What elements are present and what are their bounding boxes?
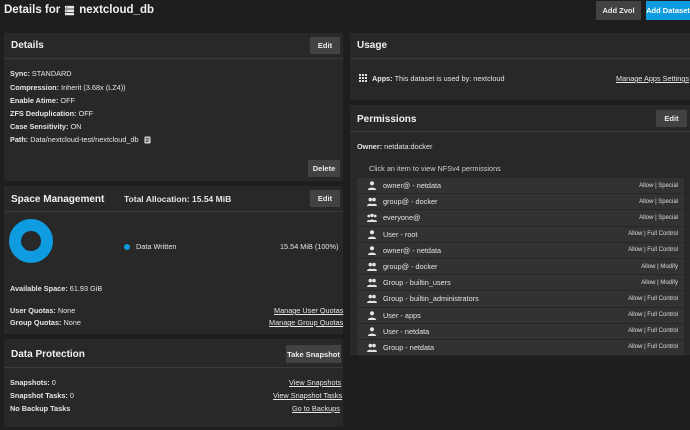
permission-label: everyone@ <box>383 213 421 223</box>
view-snapshots-link[interactable]: View Snapshots <box>289 378 341 387</box>
space-edit-button[interactable]: Edit <box>310 190 340 207</box>
permission-label: User - root <box>383 229 418 239</box>
available-space-row: Available Space: 61.93 GiB <box>10 284 103 293</box>
permission-value: Allow | Full Control <box>628 295 678 302</box>
copy-icon[interactable] <box>144 136 151 144</box>
permission-item[interactable]: User - netdata Allow | Full Control <box>357 323 684 340</box>
case-sensitivity-row: Case Sensitivity: ON <box>10 122 82 131</box>
go-to-backups-link[interactable]: Go to Backups <box>292 404 340 413</box>
permission-label: group@ - docker <box>383 262 438 272</box>
delete-button[interactable]: Delete <box>308 160 340 177</box>
legend-value: 15.54 MiB (100%) <box>280 242 339 251</box>
add-zvol-button[interactable]: Add Zvol <box>596 1 641 20</box>
divider <box>350 58 690 59</box>
dataset-name: nextcloud_db <box>79 4 155 16</box>
permission-value: Allow | Special <box>639 198 678 205</box>
user-quotas-row: User Quotas: None <box>10 306 76 315</box>
backup-tasks-row: No Backup Tasks <box>10 404 71 413</box>
space-title: Space Management <box>11 194 105 205</box>
permission-value: Allow | Full Control <box>628 344 678 351</box>
permission-label: Group - netdata <box>383 342 435 352</box>
details-edit-button[interactable]: Edit <box>310 37 340 54</box>
permission-value: Allow | Special <box>639 214 678 221</box>
permission-label: Group - builtin_users <box>383 278 451 288</box>
protection-title: Data Protection <box>11 349 85 360</box>
permission-label: Group - builtin_administrators <box>383 294 479 304</box>
permission-value: Allow | Special <box>639 182 678 189</box>
permission-value: Allow | Modify <box>641 263 678 270</box>
user-icon <box>367 326 377 336</box>
total-allocation: Total Allocation: 15.54 MiB <box>124 194 232 204</box>
user-icon <box>367 310 377 320</box>
permission-item[interactable]: User - apps Allow | Full Control <box>357 307 684 324</box>
take-snapshot-button[interactable]: Take Snapshot <box>286 345 341 363</box>
permission-item[interactable]: Group - builtin_administrators Allow | Fu… <box>357 291 684 308</box>
usage-title: Usage <box>357 40 388 51</box>
dedup-row: ZFS Deduplication: OFF <box>10 109 94 118</box>
apps-icon <box>359 74 367 82</box>
group-icon <box>367 197 377 207</box>
group-icon <box>367 262 377 272</box>
permissions-list: owner@ - netdata Allow | Special group@ - … <box>357 178 684 357</box>
details-title: Details <box>11 40 44 51</box>
permission-item[interactable]: group@ - docker Allow | Modify <box>357 258 684 276</box>
permission-item[interactable]: owner@ - netdata Allow | Special <box>357 178 684 195</box>
permission-item[interactable]: Group - netdata Allow | Full Control <box>357 339 684 357</box>
permissions-title: Permissions <box>357 114 417 125</box>
dataset-icon <box>65 5 75 15</box>
divider <box>4 211 343 212</box>
user-icon <box>367 246 377 255</box>
add-dataset-button[interactable]: Add Dataset <box>646 1 690 20</box>
permission-label: User - apps <box>383 310 421 320</box>
manage-apps-settings-link[interactable]: Manage Apps Settings <box>616 74 689 83</box>
donut-segment-data-written <box>9 219 53 263</box>
owner-row: Owner: netdata:docker <box>357 142 433 151</box>
permission-item[interactable]: User - root Allow | Full Control <box>357 226 684 243</box>
sync-row: Sync: STANDARD <box>10 69 72 78</box>
permission-item[interactable]: Group - builtin_users Allow | Modify <box>357 275 684 292</box>
title-prefix: Details for <box>4 4 61 16</box>
permission-value: Allow | Full Control <box>628 247 678 254</box>
usage-card <box>350 33 690 100</box>
page-title: Details for nextcloud_db <box>4 4 154 16</box>
permission-label: owner@ - netdata <box>383 181 442 191</box>
permission-value: Allow | Full Control <box>628 312 678 319</box>
snapshots-row: Snapshots: 0 <box>10 378 56 387</box>
permissions-hint: Click an item to view NFSv4 permissions <box>369 164 501 173</box>
path-row: Path: Data/nextcloud-test/nextcloud_db <box>10 135 151 144</box>
manage-group-quotas-link[interactable]: Manage Group Quotas <box>269 318 343 327</box>
divider <box>4 58 343 59</box>
compression-row: Compression: Inherit (3.68x (LZ4)) <box>10 83 126 92</box>
permission-item[interactable]: owner@ - netdata Allow | Full Control <box>357 242 684 259</box>
manage-user-quotas-link[interactable]: Manage User Quotas <box>274 306 343 315</box>
user-icon <box>367 229 377 239</box>
divider <box>350 131 690 132</box>
permission-value: Allow | Full Control <box>628 328 678 335</box>
permission-value: Allow | Modify <box>641 279 678 286</box>
legend-data-written: Data Written <box>124 242 176 251</box>
permission-item[interactable]: everyone@ Allow | Special <box>357 210 684 227</box>
allocation-donut-chart <box>9 219 53 263</box>
view-snapshot-tasks-link[interactable]: View Snapshot Tasks <box>273 391 342 400</box>
permission-label: owner@ - netdata <box>383 245 442 255</box>
permission-value: Allow | Full Control <box>628 231 678 238</box>
everyone-icon <box>367 213 377 223</box>
legend-dot <box>124 244 130 251</box>
details-card <box>4 33 343 181</box>
atime-row: Enable Atime: OFF <box>10 96 76 105</box>
permissions-edit-button[interactable]: Edit <box>656 110 687 127</box>
permission-item[interactable]: group@ - docker Allow | Special <box>357 194 684 211</box>
group-icon <box>367 294 377 304</box>
group-icon <box>367 343 377 352</box>
snapshot-tasks-row: Snapshot Tasks: 0 <box>10 391 74 400</box>
divider <box>4 367 343 368</box>
permission-label: group@ - docker <box>383 197 438 207</box>
page-header: Details for nextcloud_db Add Zvol Add Da… <box>0 0 690 28</box>
group-icon <box>367 278 377 288</box>
user-icon <box>367 181 377 191</box>
group-quotas-row: Group Quotas: None <box>10 318 81 327</box>
apps-row: Apps: This dataset is used by: nextcloud <box>372 74 505 83</box>
permission-label: User - netdata <box>383 326 430 336</box>
